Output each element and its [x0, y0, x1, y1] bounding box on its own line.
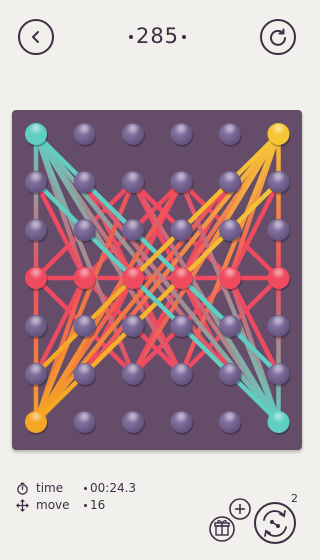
- connection-lines: [33, 131, 281, 425]
- pin[interactable]: [170, 123, 194, 147]
- level-dot-right: [182, 35, 187, 39]
- restart-icon: [270, 28, 286, 46]
- pin[interactable]: [219, 411, 242, 435]
- move-bullet: [84, 504, 87, 507]
- top-bar: 285: [0, 0, 315, 75]
- pin[interactable]: [73, 123, 97, 147]
- pin[interactable]: [25, 219, 48, 243]
- hint-graphics: [209, 498, 296, 544]
- pin[interactable]: [219, 123, 242, 147]
- move-value: 16: [90, 498, 106, 512]
- move-arrows-icon: [16, 499, 29, 512]
- level-number: 285: [135, 24, 180, 48]
- pin[interactable]: [170, 411, 194, 435]
- stopwatch-icon: [17, 482, 28, 495]
- anchor-pin[interactable]: [25, 123, 48, 147]
- pin[interactable]: [73, 411, 97, 435]
- hint-area: 2: [205, 475, 315, 560]
- pin[interactable]: [267, 219, 291, 243]
- pin[interactable]: [25, 315, 48, 339]
- board-canvas[interactable]: [12, 110, 302, 450]
- pin[interactable]: [267, 363, 291, 387]
- gift-icon[interactable]: [209, 516, 235, 542]
- restart-button[interactable]: [260, 19, 296, 55]
- time-value: 00:24.3: [90, 481, 137, 495]
- move-label: move: [36, 498, 70, 512]
- game-board[interactable]: [12, 110, 302, 450]
- pin[interactable]: [122, 411, 145, 435]
- time-bullet: [84, 487, 87, 490]
- anchor-pin[interactable]: [267, 411, 291, 435]
- pin[interactable]: [122, 123, 145, 147]
- level-dot-left: [128, 35, 133, 39]
- time-label: time: [36, 481, 64, 495]
- hint-swap-icon[interactable]: [254, 502, 296, 544]
- hint-count: 2: [291, 492, 298, 505]
- plus-icon[interactable]: [229, 498, 251, 520]
- pin[interactable]: [25, 171, 48, 195]
- pin[interactable]: [267, 315, 291, 339]
